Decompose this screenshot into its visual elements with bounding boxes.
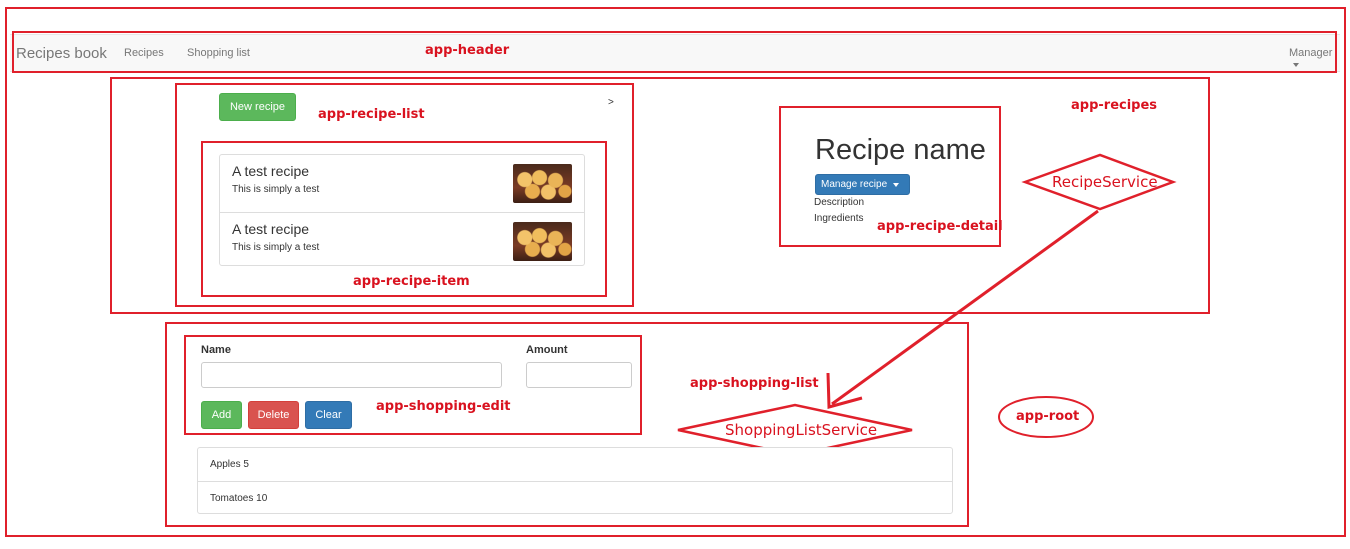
list-item[interactable]: Tomatoes 10 xyxy=(198,481,952,513)
list-arrow: > xyxy=(608,97,614,108)
label-app-recipe-list: app-recipe-list xyxy=(318,107,425,122)
recipe-item-description: This is simply a test xyxy=(232,184,320,195)
recipe-detail-name: Recipe name xyxy=(815,134,986,166)
shopping-list-group: Apples 5 Tomatoes 10 xyxy=(197,447,953,514)
label-app-recipe-item: app-recipe-item xyxy=(353,274,470,289)
manage-recipe-button[interactable]: Manage recipe xyxy=(815,174,910,195)
recipe-item-description: This is simply a test xyxy=(232,242,320,253)
add-button[interactable]: Add xyxy=(201,401,242,429)
recipe-detail-ingredients: Ingredients xyxy=(814,213,864,224)
amount-label: Amount xyxy=(526,344,568,356)
manage-recipe-label: Manage recipe xyxy=(821,179,888,190)
app-header-box xyxy=(12,31,1337,73)
recipe-photo xyxy=(513,222,572,261)
delete-button[interactable]: Delete xyxy=(248,401,299,429)
recipe-item-name: A test recipe xyxy=(232,163,310,179)
clear-button[interactable]: Clear xyxy=(305,401,352,429)
recipe-item[interactable]: A test recipe This is simply a test xyxy=(220,212,584,265)
amount-field[interactable] xyxy=(526,362,632,388)
name-label: Name xyxy=(201,344,231,356)
label-app-recipes: app-recipes xyxy=(1071,98,1158,113)
label-app-recipe-detail: app-recipe-detail xyxy=(877,219,1003,234)
label-app-shopping-list: app-shopping-list xyxy=(690,376,819,391)
label-app-root: app-root xyxy=(1016,409,1080,424)
new-recipe-button[interactable]: New recipe xyxy=(219,93,296,121)
recipe-item[interactable]: A test recipe This is simply a test xyxy=(220,155,584,212)
list-item[interactable]: Apples 5 xyxy=(198,448,952,481)
label-recipe-service: RecipeService xyxy=(1052,173,1158,191)
recipe-photo xyxy=(513,164,572,203)
recipe-list-group: A test recipe This is simply a test A te… xyxy=(219,154,585,266)
recipe-item-name: A test recipe xyxy=(232,221,310,237)
recipe-detail-description: Description xyxy=(814,197,865,208)
chevron-down-icon xyxy=(893,182,900,187)
label-app-header: app-header xyxy=(425,43,510,58)
label-app-shopping-edit: app-shopping-edit xyxy=(376,399,511,414)
name-field[interactable] xyxy=(201,362,502,388)
